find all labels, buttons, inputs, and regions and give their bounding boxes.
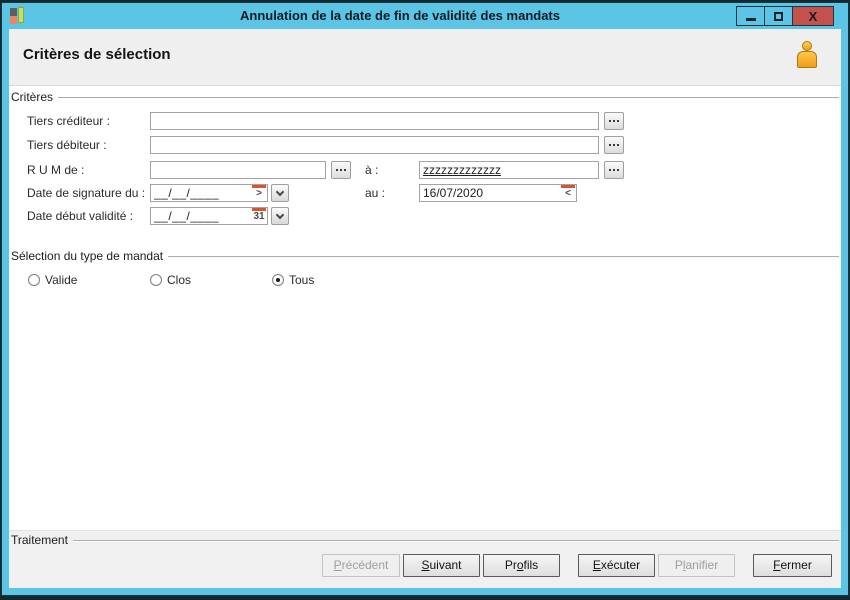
window-controls: X	[736, 6, 834, 26]
date-debut-validite-dropdown-button[interactable]	[271, 207, 289, 225]
chevron-down-icon	[275, 187, 285, 197]
close-button[interactable]: X	[792, 6, 834, 26]
radio-circle	[150, 274, 162, 286]
precedent-button[interactable]: Précédent	[322, 554, 400, 577]
mandate-type-group-header: Sélection du type de mandat	[11, 249, 839, 263]
ellipsis-icon	[609, 169, 611, 171]
executer-button[interactable]: Exécuter	[578, 554, 655, 577]
date-signature-to-field: <	[419, 184, 577, 202]
ellipsis-icon	[336, 169, 338, 171]
calendar-prev-icon[interactable]: <	[560, 185, 576, 200]
traitement-group-header: Traitement	[11, 533, 839, 547]
minimize-button[interactable]	[736, 6, 765, 26]
maximize-icon	[774, 11, 783, 21]
titlebar: Annulation de la date de fin de validité…	[2, 3, 848, 28]
rum-from-label: R U M de :	[27, 163, 85, 177]
calendar-next-icon[interactable]: >	[251, 185, 267, 200]
chevron-down-icon	[275, 210, 285, 220]
rum-to-browse-button[interactable]	[604, 161, 624, 179]
dialog-content: Critères de sélection Critères Tiers cré…	[9, 29, 841, 588]
rum-from-browse-button[interactable]	[331, 161, 351, 179]
date-debut-validite-label: Date début validité :	[27, 209, 134, 223]
criteria-group-line	[58, 97, 839, 99]
user-icon	[797, 41, 817, 71]
traitement-group-label: Traitement	[11, 533, 68, 547]
tiers-debiteur-label: Tiers débiteur :	[27, 138, 107, 152]
tiers-crediteur-label: Tiers créditeur :	[27, 114, 110, 128]
radio-circle	[28, 274, 40, 286]
page-header: Critères de sélection	[9, 29, 841, 86]
date-signature-to-label: au :	[365, 186, 386, 200]
page-title: Critères de sélection	[23, 46, 171, 63]
tiers-crediteur-input[interactable]	[150, 112, 599, 130]
date-signature-from-label: Date de signature du :	[27, 186, 146, 200]
window-title: Annulation de la date de fin de validité…	[239, 8, 560, 23]
date-debut-validite-field: 31	[150, 207, 268, 225]
rum-from-input[interactable]	[150, 161, 326, 179]
dialog-window: Annulation de la date de fin de validité…	[1, 2, 849, 596]
radio-tous[interactable]: Tous	[272, 273, 314, 287]
date-signature-to-input[interactable]	[419, 184, 577, 202]
planifier-button[interactable]: Planifier	[658, 554, 735, 577]
fermer-button[interactable]: Fermer	[753, 554, 832, 577]
mandate-type-group-line	[168, 256, 839, 258]
radio-circle	[272, 274, 284, 286]
date-signature-from-field: >	[150, 184, 268, 202]
close-icon: X	[808, 8, 818, 24]
footer: Traitement Précédent Suivant Profils Exé…	[9, 530, 841, 588]
ellipsis-icon	[609, 120, 611, 122]
rum-to-label: à :	[365, 163, 379, 177]
calendar-day-icon[interactable]: 31	[251, 208, 267, 223]
criteria-group-label: Critères	[11, 90, 54, 104]
radio-valide[interactable]: Valide	[28, 273, 77, 287]
ellipsis-icon	[609, 144, 611, 146]
maximize-button[interactable]	[764, 6, 793, 26]
criteria-group-header: Critères	[11, 90, 839, 104]
mandate-type-group-label: Sélection du type de mandat	[11, 249, 164, 263]
app-icon	[10, 7, 25, 24]
tiers-crediteur-browse-button[interactable]	[604, 112, 624, 130]
date-signature-from-dropdown-button[interactable]	[271, 184, 289, 202]
tiers-debiteur-browse-button[interactable]	[604, 136, 624, 154]
minimize-icon	[745, 17, 756, 21]
radio-clos[interactable]: Clos	[150, 273, 191, 287]
suivant-button[interactable]: Suivant	[403, 554, 480, 577]
profils-button[interactable]: Profils	[483, 554, 560, 577]
tiers-debiteur-input[interactable]	[150, 136, 599, 154]
rum-to-input[interactable]	[419, 161, 599, 179]
traitement-group-line	[72, 540, 839, 542]
